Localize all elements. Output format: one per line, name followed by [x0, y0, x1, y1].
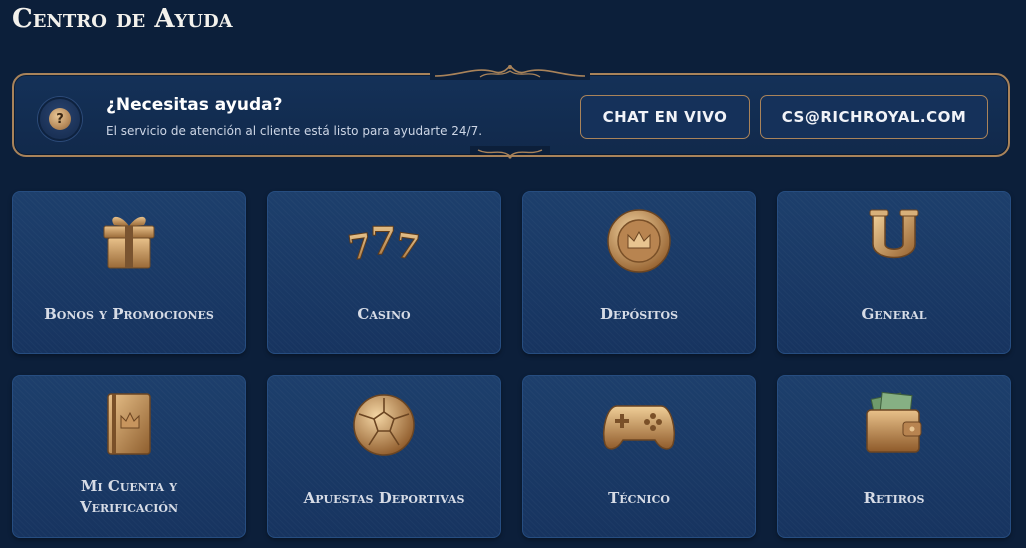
- category-card-retiros[interactable]: Retiros: [777, 375, 1011, 538]
- category-label: Técnico: [608, 489, 670, 507]
- soccer-ball-icon: [268, 390, 500, 460]
- category-card-apuestas-deportivas[interactable]: Apuestas Deportivas: [267, 375, 501, 538]
- category-card-casino[interactable]: 7 7 7 Casino: [267, 191, 501, 354]
- help-subtitle: El servicio de atención al cliente está …: [106, 124, 483, 138]
- category-label: Retiros: [863, 489, 925, 507]
- crown-book-icon: [13, 390, 245, 460]
- live-chat-button[interactable]: CHAT EN VIVO: [580, 95, 750, 139]
- svg-text:7: 7: [370, 218, 396, 263]
- gift-box-icon: [13, 206, 245, 276]
- category-card-mi-cuenta[interactable]: Mi Cuenta y Verificación: [12, 375, 246, 538]
- category-label: General: [861, 305, 927, 323]
- question-mark-icon: ?: [49, 108, 71, 130]
- category-label: Mi Cuenta y Verificación: [79, 477, 179, 516]
- category-card-bonos[interactable]: Bonos y Promociones: [12, 191, 246, 354]
- help-banner: ? ¿Necesitas ayuda? El servicio de atenc…: [12, 73, 1010, 157]
- wallet-icon: [778, 390, 1010, 460]
- help-question-icon: ?: [38, 97, 82, 141]
- slot-777-icon: 7 7 7: [268, 206, 500, 276]
- category-label: Depósitos: [599, 305, 679, 323]
- gamepad-icon: [523, 390, 755, 460]
- category-label: Apuestas Deportivas: [303, 489, 465, 507]
- help-heading: ¿Necesitas ayuda?: [106, 95, 283, 115]
- banner-ornament-top: [430, 64, 590, 80]
- crown-chip-icon: [523, 206, 755, 276]
- email-support-button[interactable]: CS@RICHROYAL.COM: [760, 95, 988, 139]
- category-card-depositos[interactable]: Depósitos: [522, 191, 756, 354]
- category-card-tecnico[interactable]: Técnico: [522, 375, 756, 538]
- banner-ornament-bottom: [470, 146, 550, 159]
- category-label: Casino: [357, 305, 411, 323]
- svg-text:7: 7: [393, 226, 422, 269]
- category-label: Bonos y Promociones: [44, 305, 214, 323]
- page-title: Centro de Ayuda: [12, 4, 233, 34]
- horseshoe-icon: [778, 206, 1010, 276]
- category-card-general[interactable]: General: [777, 191, 1011, 354]
